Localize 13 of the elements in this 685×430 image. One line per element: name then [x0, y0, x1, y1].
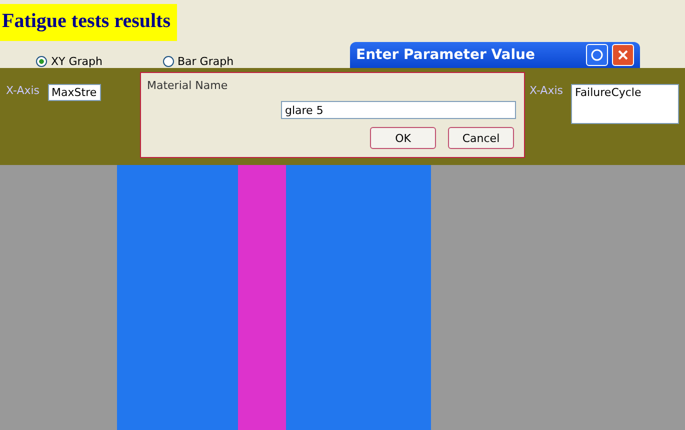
axis-label: X-Axis — [529, 84, 563, 97]
axis-field[interactable]: FailureCycle — [571, 84, 679, 124]
parameter-input[interactable]: glare 5 — [281, 101, 516, 119]
page-title: Fatigue tests results — [0, 4, 176, 41]
dialog-button[interactable]: OK — [370, 127, 436, 149]
dialog-button[interactable]: Cancel — [448, 127, 514, 149]
graph-type-radio[interactable]: XY Graph — [36, 54, 102, 68]
close-icon[interactable] — [612, 44, 634, 66]
prompt-label: Material Name — [147, 79, 229, 92]
dialog-title: Enter Parameter Value — [356, 47, 536, 63]
graph-type-radio[interactable]: Bar Graph — [162, 54, 234, 68]
axis-label: X-Axis — [6, 84, 40, 97]
axis-field[interactable]: MaxStre — [48, 84, 101, 101]
